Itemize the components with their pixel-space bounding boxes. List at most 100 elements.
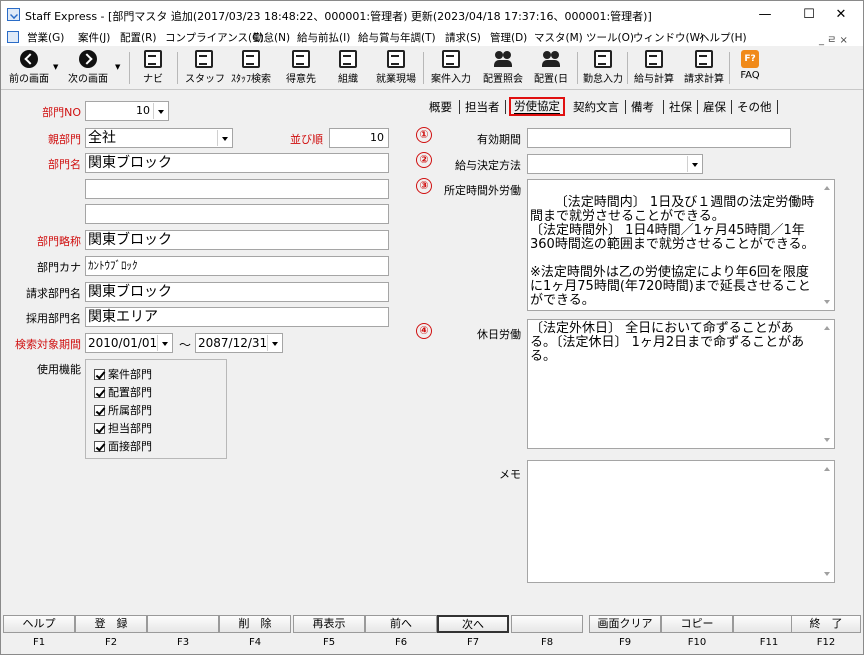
menu-master[interactable]: マスタ(M): [534, 30, 583, 45]
checkbox-icon[interactable]: [94, 369, 105, 380]
menu-seikyu[interactable]: 請求(S): [445, 30, 481, 45]
dept-name-2-input[interactable]: [85, 179, 389, 199]
chevron-down-icon[interactable]: [267, 335, 281, 351]
f9-clear-button[interactable]: 画面クリア: [589, 615, 661, 633]
period-to-select[interactable]: 2087/12/31: [195, 333, 283, 353]
staff-button[interactable]: スタッフ: [185, 50, 225, 88]
f2-register-button[interactable]: 登 録: [75, 615, 147, 633]
navi-button[interactable]: ナビ: [139, 50, 167, 88]
vertical-scrollbar[interactable]: [820, 461, 834, 582]
scroll-down-icon[interactable]: [824, 300, 830, 304]
payroll-calc-button[interactable]: 給与計算: [631, 50, 677, 88]
billing-dept-input[interactable]: 関東ブロック: [85, 282, 389, 302]
checkbox-interview-dept[interactable]: 面接部門: [94, 438, 152, 454]
overtime-textarea[interactable]: 〔法定時間内〕 1日及び１週間の法定労働時間まで就労させることができる。 〔法定…: [527, 179, 835, 311]
checkbox-charge-dept[interactable]: 担当部門: [94, 420, 152, 436]
next-screen-button[interactable]: 次の画面: [63, 50, 113, 88]
dept-no-select[interactable]: 10: [85, 101, 169, 121]
tab-divider: [505, 100, 506, 114]
billing-calc-button[interactable]: 請求計算: [681, 50, 727, 88]
worksite-button[interactable]: 就業現場: [371, 50, 421, 88]
vertical-scrollbar[interactable]: [820, 180, 834, 310]
menu-haichi[interactable]: 配置(R): [120, 30, 157, 45]
checkbox-case-dept[interactable]: 案件部門: [94, 366, 152, 382]
toolbar-divider: [729, 52, 730, 84]
dept-abbr-input[interactable]: 関東ブロック: [85, 230, 389, 250]
annotation-marker-1: ①: [416, 127, 432, 143]
minimize-button[interactable]: —: [743, 1, 787, 29]
f10-copy-button[interactable]: コピー: [661, 615, 733, 633]
scroll-down-icon[interactable]: [824, 438, 830, 442]
menu-compliance[interactable]: コンプライアンス(C): [165, 30, 264, 45]
mdi-app-icon[interactable]: [7, 31, 19, 43]
menu-eigyo[interactable]: 営業(G): [27, 30, 64, 45]
tab-overview[interactable]: 概要: [429, 99, 452, 115]
dept-kana-input[interactable]: ｶﾝﾄｳﾌﾞﾛｯｸ: [85, 256, 389, 276]
checkbox-icon[interactable]: [94, 387, 105, 398]
payment-method-label: 給与決定方法: [455, 159, 521, 172]
hiring-dept-input[interactable]: 関東エリア: [85, 307, 389, 327]
organization-button[interactable]: 組織: [333, 50, 363, 88]
function-key-bar: ヘルプ 登 録 削 除 再表示 前へ 次へ 画面クリア コピー 終 了 F1 F…: [1, 612, 863, 654]
f3-button[interactable]: [147, 615, 219, 633]
scroll-up-icon[interactable]: [824, 467, 830, 471]
menu-kintai[interactable]: 勤怠(N): [253, 30, 290, 45]
dept-name-3-input[interactable]: [85, 204, 389, 224]
valid-period-input[interactable]: [527, 128, 791, 148]
tab-other[interactable]: その他: [737, 99, 772, 115]
case-entry-button[interactable]: 案件入力: [427, 50, 475, 88]
f6-prev-button[interactable]: 前へ: [365, 615, 437, 633]
chevron-down-icon[interactable]: [153, 103, 167, 119]
checkbox-assign-dept[interactable]: 配置部門: [94, 384, 152, 400]
checkbox-icon[interactable]: [94, 441, 105, 452]
f6-key-label: F6: [394, 637, 408, 648]
f5-refresh-button[interactable]: 再表示: [293, 615, 365, 633]
order-input[interactable]: 10: [329, 128, 389, 148]
scroll-up-icon[interactable]: [824, 186, 830, 190]
f8-button[interactable]: [511, 615, 583, 633]
dept-name-input[interactable]: 関東ブロック: [85, 153, 389, 173]
memo-textarea[interactable]: [527, 460, 835, 583]
chevron-down-icon[interactable]: [157, 335, 171, 351]
staff-search-button[interactable]: ｽﾀｯﾌ検索: [227, 50, 275, 88]
f7-next-button[interactable]: 次へ: [437, 615, 509, 633]
scroll-down-icon[interactable]: [824, 572, 830, 576]
checkbox-icon[interactable]: [94, 423, 105, 434]
menu-tool[interactable]: ツール(O): [586, 30, 634, 45]
menu-window[interactable]: ウィンドウ(W): [633, 30, 704, 45]
assignment-inquiry-button[interactable]: 配置照会: [479, 50, 527, 88]
mdi-controls[interactable]: _ ㄹ ×: [819, 31, 848, 46]
faq-button[interactable]: F? FAQ: [735, 50, 765, 88]
tab-contract-text[interactable]: 契約文言: [573, 99, 619, 115]
tab-person[interactable]: 担当者: [465, 99, 500, 115]
menu-maebarai[interactable]: 給与前払(I): [297, 30, 350, 45]
holiday-work-textarea[interactable]: 〔法定外休日〕 全日において命ずることがある。〔法定休日〕 1ヶ月2日まで命ずる…: [527, 319, 835, 449]
chevron-down-icon[interactable]: ▼: [115, 63, 120, 71]
period-from-select[interactable]: 2010/01/01: [85, 333, 173, 353]
chevron-down-icon[interactable]: [217, 130, 231, 146]
parent-dept-select[interactable]: 全社: [85, 128, 233, 148]
chevron-down-icon[interactable]: ▼: [53, 63, 58, 71]
menu-kanri[interactable]: 管理(D): [490, 30, 527, 45]
checkbox-icon[interactable]: [94, 405, 105, 416]
menu-kyuyo[interactable]: 給与賞与年調(T): [358, 30, 436, 45]
prev-screen-button[interactable]: 前の画面: [7, 50, 51, 88]
customer-button[interactable]: 得意先: [281, 50, 321, 88]
vertical-scrollbar[interactable]: [820, 320, 834, 448]
f4-delete-button[interactable]: 削 除: [219, 615, 291, 633]
attendance-entry-button[interactable]: 勤怠入力: [581, 50, 625, 88]
payment-method-select[interactable]: [527, 154, 703, 174]
tab-social-insurance[interactable]: 社保: [669, 99, 692, 115]
assignment-daily-button[interactable]: 配置(日: [531, 50, 571, 88]
checkbox-belong-dept[interactable]: 所属部門: [94, 402, 152, 418]
close-button[interactable]: ✕: [819, 1, 863, 29]
scroll-up-icon[interactable]: [824, 326, 830, 330]
f1-help-button[interactable]: ヘルプ: [3, 615, 75, 633]
menu-anken[interactable]: 案件(J): [78, 30, 110, 45]
f12-exit-button[interactable]: 終 了: [791, 615, 861, 633]
menu-help[interactable]: ヘルプ(H): [699, 30, 747, 45]
tab-notes[interactable]: 備考: [631, 99, 654, 115]
tab-employment-insurance[interactable]: 雇保: [703, 99, 726, 115]
chevron-down-icon[interactable]: [687, 156, 701, 172]
tab-labor-agreement[interactable]: 労使協定: [509, 97, 565, 116]
